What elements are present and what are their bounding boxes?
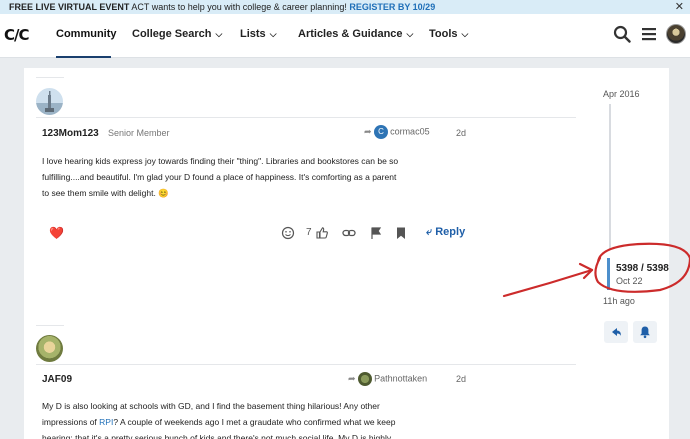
avatar[interactable] (36, 335, 63, 362)
post-username[interactable]: JAF09 (42, 374, 72, 385)
timeline-reply-button[interactable] (604, 321, 628, 343)
post-username[interactable]: 123Mom123 (42, 128, 99, 139)
nav-community[interactable]: Community (56, 28, 117, 40)
nav-tools[interactable]: Tools ⌵ (429, 28, 468, 40)
chevron-down-icon: ⌵ (215, 29, 223, 39)
top-navigation: C/C Community College Search ⌵ Lists ⌵ Art… (0, 14, 690, 58)
reply-to-avatar: C (374, 125, 389, 139)
reply-icon: ⤶ (426, 226, 433, 238)
timeline-last-activity[interactable]: 11h ago (603, 296, 635, 306)
user-avatar[interactable] (666, 24, 686, 44)
topic-card (24, 68, 669, 439)
nav-college-search[interactable]: College Search ⌵ (132, 28, 222, 40)
chevron-down-icon: ⌵ (269, 29, 277, 39)
reply-button[interactable]: ⤶ Reply (426, 226, 465, 239)
post-line: My D is also looking at schools with GD,… (42, 401, 380, 411)
emoji-reaction-icon[interactable] (281, 226, 295, 240)
avatar[interactable] (36, 88, 63, 115)
bookmark-icon[interactable] (394, 226, 408, 240)
nav-articles-label: Articles & Guidance (298, 28, 403, 40)
rpi-link[interactable]: RPI (99, 417, 113, 427)
reply-to-avatar (358, 372, 373, 386)
timeline-handle[interactable] (607, 258, 610, 290)
bell-icon (640, 326, 650, 339)
banner-register-link[interactable]: REGISTER BY 10/29 (349, 2, 435, 12)
reply-button-label: Reply (435, 226, 466, 238)
reply-to-username: Pathnottaken (374, 373, 428, 384)
event-banner[interactable]: FREE LIVE VIRTUAL EVENT ACT wants to hel… (0, 0, 690, 14)
banner-lead: FREE LIVE VIRTUAL EVENT (9, 2, 130, 12)
reply-to-indicator[interactable]: ➦ Pathnottaken (348, 372, 427, 386)
flag-icon[interactable] (369, 226, 383, 240)
chevron-down-icon: ⌵ (406, 29, 414, 39)
nav-community-label: Community (56, 28, 117, 40)
nav-lists[interactable]: Lists ⌵ (240, 28, 277, 40)
search-icon[interactable] (613, 25, 631, 43)
reply-arrow-icon: ➦ (364, 126, 372, 137)
post-line: hearing: that it's a pretty serious bunc… (42, 433, 392, 439)
heart-reaction-icon[interactable]: ❤️ (49, 226, 64, 240)
post-line: I love hearing kids express joy towards … (42, 156, 399, 166)
nav-college-search-label: College Search (132, 28, 212, 40)
timeline-start-date[interactable]: Apr 2016 (603, 89, 640, 99)
timeline-position: 5398 / 5398 (616, 263, 669, 274)
reply-to-username: cormac05 (390, 126, 430, 137)
user-title: Senior Member (108, 128, 170, 138)
nav-articles-guidance[interactable]: Articles & Guidance ⌵ (298, 28, 413, 40)
close-icon[interactable]: ✕ (675, 0, 684, 14)
post-content: I love hearing kids express joy towards … (42, 153, 472, 201)
banner-text: ACT wants to help you with college & car… (129, 2, 350, 12)
nav-lists-label: Lists (240, 28, 266, 40)
like-icon[interactable] (315, 226, 329, 240)
timeline-position-date: Oct 22 (616, 276, 643, 286)
like-count: 7 (306, 227, 312, 238)
statue-avatar-icon (45, 91, 54, 112)
post-date[interactable]: 2d (456, 374, 466, 384)
timeline-scrollbar[interactable] (609, 104, 611, 250)
post-line: impressions of RPI? A couple of weekends… (42, 414, 472, 430)
post-divider (36, 77, 64, 78)
reply-icon (612, 328, 621, 336)
link-icon[interactable] (342, 226, 356, 240)
post-text: impressions of (42, 417, 100, 427)
chevron-down-icon: ⌵ (461, 29, 469, 39)
post-date[interactable]: 2d (456, 128, 466, 138)
post-line: to see them smile with delight. 😊 (42, 188, 169, 198)
reply-to-indicator[interactable]: ➦ Ccormac05 (364, 125, 430, 139)
post-divider (36, 325, 64, 326)
reply-arrow-icon: ➦ (348, 373, 356, 384)
post-divider (36, 364, 576, 365)
post-content: My D is also looking at schools with GD,… (42, 398, 472, 439)
site-logo[interactable]: C/C (4, 26, 32, 44)
nav-tools-label: Tools (429, 28, 458, 40)
menu-icon[interactable] (640, 25, 658, 43)
active-tab-indicator (56, 56, 111, 58)
notification-button[interactable] (633, 321, 657, 343)
post-divider (36, 117, 576, 118)
post-line: fulfilling....and beautiful. I'm glad yo… (42, 172, 397, 182)
post-text: ? A couple of weekends ago I met a graud… (113, 417, 396, 427)
